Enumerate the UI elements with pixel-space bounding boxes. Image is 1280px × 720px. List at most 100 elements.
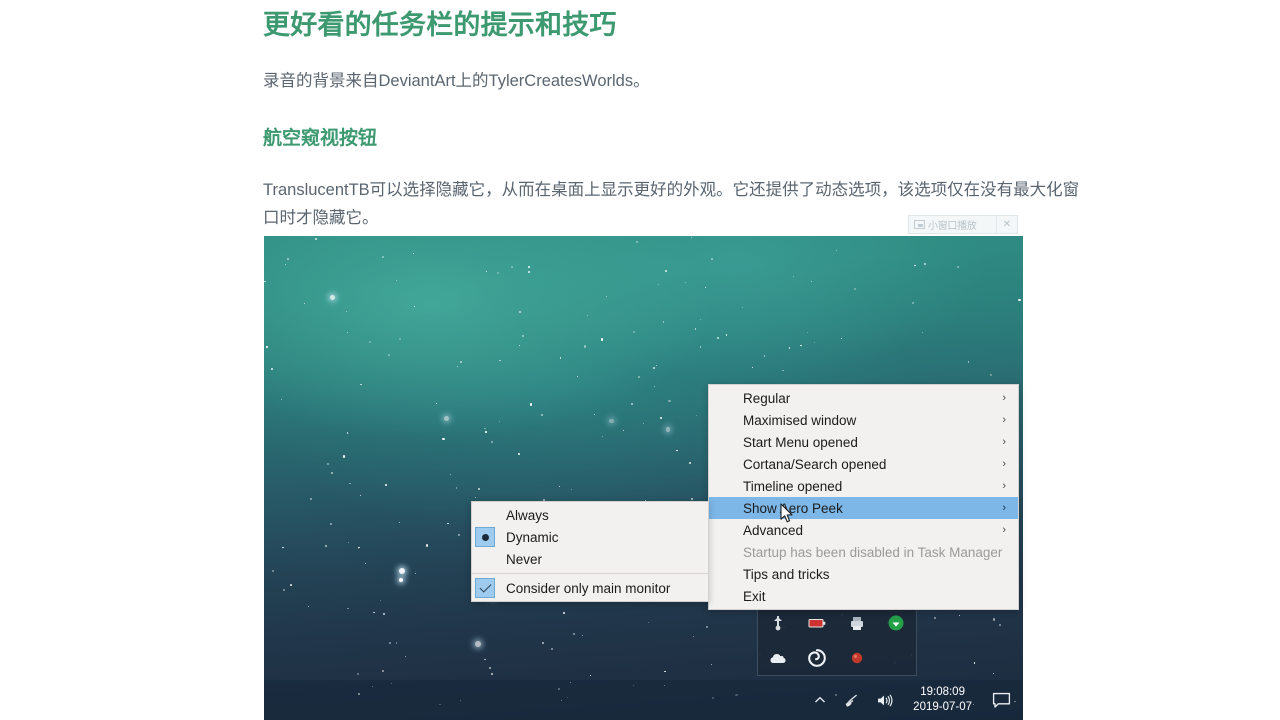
star	[414, 572, 416, 574]
context-menu-item[interactable]: Maximised window ›	[709, 409, 1018, 431]
printer-icon[interactable]	[847, 613, 867, 633]
speaker-icon[interactable]	[868, 680, 902, 720]
context-menu-item[interactable]: Cortana/Search opened ›	[709, 453, 1018, 475]
star	[622, 429, 624, 431]
star	[384, 483, 388, 486]
star	[664, 269, 668, 273]
pip-chip[interactable]: 小窗口播放 ✕	[908, 215, 1018, 234]
star	[517, 452, 520, 456]
star	[398, 337, 402, 341]
star	[799, 344, 802, 347]
star	[989, 374, 992, 377]
system-tray: 19:08:09 2019-07-07	[805, 680, 1019, 720]
star	[957, 266, 960, 269]
wifi-icon[interactable]	[835, 680, 868, 720]
star	[324, 544, 328, 548]
star	[456, 365, 458, 367]
star	[475, 640, 482, 647]
star	[541, 414, 543, 416]
star	[691, 497, 694, 500]
spiral-icon[interactable]	[807, 648, 827, 668]
red-dot-icon[interactable]	[847, 648, 867, 668]
aero-peek-submenu[interactable]: Always Dynamic Never Consider only main mon…	[471, 501, 709, 602]
star	[694, 328, 696, 330]
chevron-up-icon[interactable]	[805, 680, 835, 720]
context-menu-item[interactable]: Advanced ›	[709, 519, 1018, 541]
submenu-item[interactable]: Dynamic	[472, 526, 708, 548]
star	[528, 270, 531, 273]
cloud-icon[interactable]	[768, 648, 788, 668]
star	[563, 612, 566, 615]
context-menu-item: Startup has been disabled in Task Manage…	[709, 541, 1018, 563]
star	[309, 497, 312, 500]
star	[383, 613, 386, 616]
star	[742, 307, 744, 309]
star	[442, 438, 445, 441]
battery-red-icon[interactable]	[807, 613, 827, 633]
submenu-item-label: Never	[506, 551, 543, 567]
star	[835, 250, 837, 251]
star	[559, 357, 562, 359]
close-icon[interactable]: ✕	[996, 216, 1017, 233]
star	[280, 398, 283, 401]
star	[653, 367, 656, 369]
star	[498, 420, 501, 422]
context-menu-item-label: Startup has been disabled in Task Manage…	[743, 544, 1003, 560]
star	[379, 600, 381, 602]
star	[691, 237, 693, 238]
star	[284, 264, 286, 266]
star	[395, 641, 398, 644]
star	[655, 364, 657, 366]
star	[519, 345, 521, 347]
star	[458, 534, 460, 537]
pip-chip-body[interactable]: 小窗口播放	[909, 216, 996, 233]
star	[576, 375, 578, 377]
star	[342, 455, 346, 458]
star	[426, 544, 429, 547]
submenu-item[interactable]: Consider only main monitor	[472, 577, 708, 599]
star	[659, 417, 662, 420]
star	[751, 366, 753, 368]
star	[360, 494, 362, 497]
star	[992, 618, 996, 621]
submenu-separator	[472, 573, 708, 574]
star	[665, 427, 671, 432]
taskbar-clock[interactable]: 19:08:09 2019-07-07	[902, 680, 983, 720]
star	[475, 496, 477, 498]
star	[684, 281, 686, 284]
tray-overflow-popup[interactable]	[757, 605, 917, 676]
star	[587, 314, 589, 316]
star	[373, 611, 375, 614]
star	[992, 673, 995, 675]
star	[529, 403, 533, 406]
star	[602, 436, 604, 438]
chevron-right-icon: ›	[1002, 413, 1006, 426]
context-menu-item-label: Start Menu opened	[743, 434, 858, 450]
star	[692, 635, 694, 637]
tray-context-menu[interactable]: Regular › Maximised window › Start Menu open…	[708, 384, 1019, 610]
star	[911, 301, 914, 304]
green-circle-icon[interactable]	[886, 613, 906, 633]
context-menu-item-label: Advanced	[743, 522, 804, 538]
star	[359, 383, 362, 386]
article-column: 更好看的任务栏的提示和技巧 录音的背景来自DeviantArt上的TylerCr…	[263, 0, 1089, 232]
star	[349, 482, 351, 484]
star	[558, 485, 560, 487]
context-menu-item[interactable]: Exit	[709, 585, 1018, 607]
usb-icon[interactable]	[768, 613, 788, 633]
context-menu-item-label: Timeline opened	[743, 478, 843, 494]
star	[663, 670, 666, 673]
context-menu-item[interactable]: Start Menu opened ›	[709, 431, 1018, 453]
context-menu-item[interactable]: Tips and tricks	[709, 563, 1018, 585]
action-center-icon[interactable]	[983, 680, 1019, 720]
star	[699, 346, 702, 349]
star	[412, 252, 414, 254]
context-menu-item[interactable]: Regular ›	[709, 387, 1018, 409]
context-menu-item[interactable]: Timeline opened ›	[709, 475, 1018, 497]
submenu-item[interactable]: Never	[472, 548, 708, 570]
section-heading: 航空窥视按钮	[263, 128, 378, 149]
submenu-item[interactable]: Always	[472, 504, 708, 526]
context-menu-item[interactable]: Show Aero Peek ›	[709, 497, 1018, 519]
star	[264, 280, 266, 283]
star	[449, 474, 451, 476]
